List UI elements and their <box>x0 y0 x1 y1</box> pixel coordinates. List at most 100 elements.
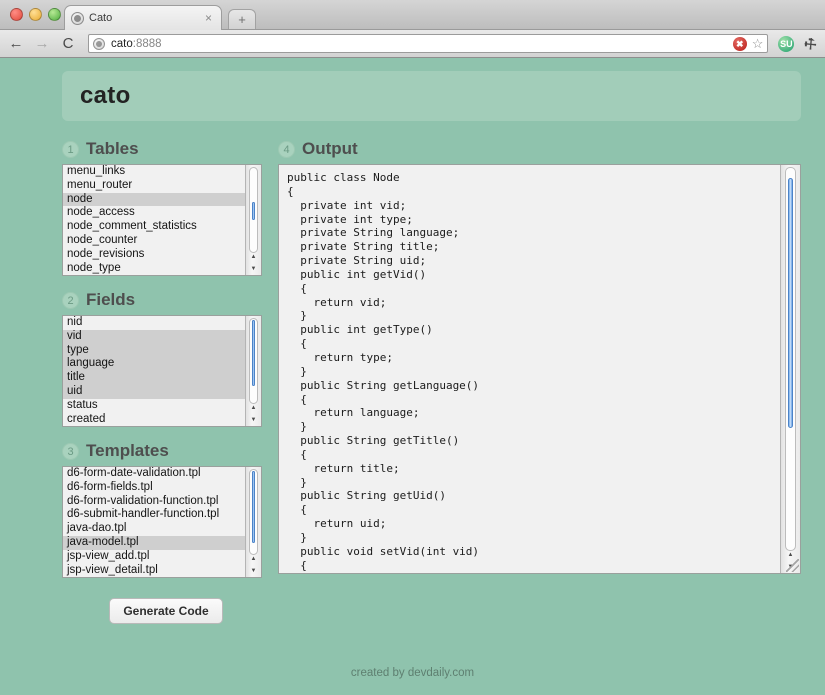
list-item[interactable]: menu_links <box>63 165 245 179</box>
zoom-window-button[interactable] <box>48 8 61 21</box>
scrollbar-arrows[interactable]: ▲ ▼ <box>248 253 259 273</box>
forward-icon[interactable]: → <box>34 36 50 51</box>
list-item[interactable]: d6-form-fields.tpl <box>63 481 245 495</box>
step-number-badge: 3 <box>62 442 79 460</box>
browser-tab[interactable]: Cato × <box>64 5 222 30</box>
list-item[interactable]: uid <box>63 384 245 399</box>
templates-list[interactable]: d6-form-date-validation.tpl d6-form-field… <box>63 467 245 577</box>
fields-section-header: 2 Fields <box>62 290 262 310</box>
list-item[interactable]: node_comment_statistics <box>63 220 245 234</box>
tab-title: Cato <box>89 12 113 24</box>
list-item[interactable]: jsp-view_detail.tpl <box>63 564 245 577</box>
generate-button-wrap: Generate Code <box>62 598 262 624</box>
tab-strip: Cato × + <box>0 0 825 30</box>
scroll-down-icon[interactable]: ▼ <box>251 265 257 273</box>
app-header: cato <box>62 71 801 121</box>
url-host: cato <box>111 37 133 50</box>
scrollbar-track[interactable] <box>249 318 258 404</box>
list-item[interactable]: node_type <box>63 262 245 275</box>
templates-heading: Templates <box>86 441 169 460</box>
list-item[interactable]: d6-form-date-validation.tpl <box>63 467 245 481</box>
list-item[interactable]: d6-submit-handler-function.tpl <box>63 508 245 522</box>
list-item[interactable]: vid <box>63 329 245 344</box>
stumbleupon-icon[interactable]: SU <box>778 35 795 52</box>
list-item[interactable]: node <box>63 192 245 207</box>
list-item[interactable]: nid <box>63 316 245 330</box>
wrench-menu-icon[interactable]: ⚒ <box>801 33 821 53</box>
resize-grip-icon[interactable] <box>786 559 799 572</box>
templates-section-header: 3 Templates <box>62 441 262 461</box>
templates-listbox[interactable]: d6-form-date-validation.tpl d6-form-field… <box>62 466 262 578</box>
list-item[interactable]: status <box>63 399 245 413</box>
list-item[interactable]: language <box>63 357 245 372</box>
window-controls <box>10 8 61 21</box>
close-window-button[interactable] <box>10 8 23 21</box>
list-item[interactable]: node_access <box>63 206 245 220</box>
tables-section-header: 1 Tables <box>62 139 262 159</box>
page-content: cato 1 Tables menu_links menu_router node n… <box>0 59 825 695</box>
tables-scrollbar[interactable]: ▲ ▼ <box>245 165 261 275</box>
scrollbar-track[interactable] <box>249 167 258 253</box>
globe-icon <box>71 11 84 25</box>
scroll-down-icon[interactable]: ▼ <box>251 416 257 424</box>
list-item[interactable]: menu_router <box>63 179 245 193</box>
fields-scrollbar[interactable]: ▲ ▼ <box>245 316 261 426</box>
fields-list[interactable]: nid vid type language title uid status created <box>63 316 245 426</box>
tables-heading: Tables <box>86 139 139 158</box>
url-port: :8888 <box>132 37 162 50</box>
page-footer: created by devdaily.com <box>350 667 475 679</box>
list-item[interactable]: java-dao.tpl <box>63 522 245 536</box>
templates-scrollbar[interactable]: ▲ ▼ <box>245 467 261 577</box>
output-heading: Output <box>302 139 358 158</box>
scrollbar-track[interactable] <box>249 469 258 555</box>
address-bar-text: cato:8888 <box>111 38 162 50</box>
list-item[interactable]: java-model.tpl <box>63 535 245 550</box>
scrollbar-thumb[interactable] <box>788 178 793 428</box>
back-icon[interactable]: ← <box>8 36 24 51</box>
tables-listbox[interactable]: menu_links menu_router node node_access node… <box>62 164 262 276</box>
list-item[interactable]: title <box>63 371 245 385</box>
new-tab-button[interactable]: + <box>228 9 256 29</box>
list-item[interactable]: type <box>63 343 245 358</box>
site-globe-icon <box>93 37 105 50</box>
reload-icon[interactable]: C <box>60 36 76 51</box>
close-icon[interactable]: × <box>202 12 215 24</box>
scrollbar-thumb[interactable] <box>252 471 255 543</box>
list-item[interactable]: created <box>63 413 245 426</box>
scrollbar-thumb[interactable] <box>252 201 255 220</box>
step-number-badge: 1 <box>62 140 79 158</box>
scroll-up-icon[interactable]: ▲ <box>788 551 794 559</box>
scrollbar-arrows[interactable]: ▲ ▼ <box>248 555 259 575</box>
right-column: 4 Output public class Node { private int… <box>278 139 801 624</box>
list-item[interactable]: node_revisions <box>63 248 245 262</box>
scroll-up-icon[interactable]: ▲ <box>251 404 257 412</box>
output-textarea[interactable]: public class Node { private int vid; pri… <box>278 164 801 574</box>
blocked-plugin-icon[interactable]: ✖ <box>732 36 747 51</box>
scrollbar-thumb[interactable] <box>252 320 255 386</box>
omnibox-actions: ✖ ☆ <box>732 36 764 51</box>
scrollbar-arrows[interactable]: ▲ ▼ <box>248 404 259 424</box>
browser-window: Cato × + ← → C cato:8888 ✖ ☆ SU ⚒ cato 1 <box>0 0 825 695</box>
minimize-window-button[interactable] <box>29 8 42 21</box>
list-item[interactable]: d6-form-validation-function.tpl <box>63 495 245 509</box>
output-section-header: 4 Output <box>278 139 801 159</box>
scrollbar-track[interactable] <box>785 167 796 551</box>
scroll-down-icon[interactable]: ▼ <box>251 567 257 575</box>
step-number-badge: 2 <box>62 291 79 309</box>
address-bar[interactable]: cato:8888 ✖ ☆ <box>88 34 769 53</box>
scroll-up-icon[interactable]: ▲ <box>251 555 257 563</box>
list-item[interactable]: jsp-view_add.tpl <box>63 550 245 564</box>
step-number-badge: 4 <box>278 140 295 158</box>
list-item[interactable]: node_counter <box>63 234 245 248</box>
generate-code-button[interactable]: Generate Code <box>109 598 223 624</box>
output-scrollbar[interactable]: ▲ ▼ <box>780 165 800 573</box>
fields-heading: Fields <box>86 290 136 309</box>
bookmark-star-icon[interactable]: ☆ <box>752 37 764 50</box>
fields-listbox[interactable]: nid vid type language title uid status created … <box>62 315 262 427</box>
tables-list[interactable]: menu_links menu_router node node_access node… <box>63 165 245 275</box>
left-column: 1 Tables menu_links menu_router node node_a… <box>62 139 262 624</box>
output-code-text: public class Node { private int vid; pri… <box>287 171 480 573</box>
scroll-up-icon[interactable]: ▲ <box>251 253 257 261</box>
browser-toolbar: ← → C cato:8888 ✖ ☆ SU ⚒ <box>0 30 825 58</box>
main-columns: 1 Tables menu_links menu_router node node_a… <box>0 121 825 624</box>
